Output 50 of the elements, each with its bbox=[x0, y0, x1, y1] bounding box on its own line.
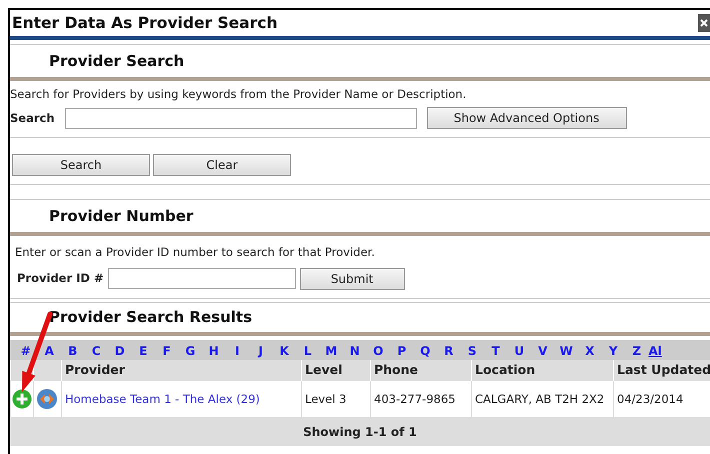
letter-link[interactable]: X bbox=[578, 342, 602, 360]
letter-link[interactable]: R bbox=[437, 342, 460, 360]
letter-link[interactable]: N bbox=[343, 342, 366, 360]
clear-button[interactable]: Clear bbox=[153, 154, 291, 176]
advanced-options-button[interactable]: Show Advanced Options bbox=[426, 107, 627, 130]
letter-link[interactable]: E bbox=[132, 342, 155, 360]
letter-link[interactable]: F bbox=[155, 342, 178, 360]
letter-link[interactable]: U bbox=[508, 342, 531, 360]
description-text: Enter or scan a Provider ID number to search for that Provider. bbox=[15, 244, 376, 262]
letter-link[interactable]: I bbox=[226, 342, 249, 360]
window-title: Enter Data As Provider Search bbox=[12, 14, 278, 32]
add-icon[interactable] bbox=[12, 389, 32, 410]
letter-link[interactable]: Q bbox=[414, 342, 437, 360]
provider-id-field[interactable] bbox=[108, 268, 296, 289]
section-heading: Provider Search bbox=[49, 52, 184, 70]
letter-link[interactable]: Y bbox=[602, 342, 625, 360]
description-text: Search for Providers by using keywords from the Provider Name or Description. bbox=[10, 86, 468, 103]
letter-link[interactable]: M bbox=[320, 342, 343, 360]
letter-link[interactable]: Al bbox=[648, 342, 672, 360]
submit-button[interactable]: Submit bbox=[300, 268, 405, 290]
section-heading: Provider Search Results bbox=[49, 308, 252, 326]
letter-link[interactable]: L bbox=[296, 342, 320, 360]
letter-link[interactable]: D bbox=[108, 342, 132, 360]
letter-link[interactable]: V bbox=[531, 342, 554, 360]
letter-link[interactable]: S bbox=[460, 342, 484, 360]
letter-link[interactable]: C bbox=[84, 342, 108, 360]
letter-link[interactable]: H bbox=[202, 342, 226, 360]
letter-link[interactable]: J bbox=[249, 342, 272, 360]
letter-link[interactable]: K bbox=[272, 342, 296, 360]
letter-link[interactable]: G bbox=[178, 342, 202, 360]
search-field[interactable] bbox=[64, 108, 417, 129]
provider-id-label: Provider ID # bbox=[17, 270, 104, 287]
letter-link[interactable]: # bbox=[14, 342, 38, 360]
letter-link[interactable]: W bbox=[554, 342, 578, 360]
section-heading: Provider Number bbox=[49, 207, 194, 226]
search-label: Search bbox=[10, 110, 55, 127]
results-count: Showing 1-1 of 1 bbox=[10, 418, 710, 446]
close-button[interactable] bbox=[698, 14, 710, 32]
letter-link[interactable]: A bbox=[38, 342, 61, 360]
letter-link[interactable]: O bbox=[366, 342, 390, 360]
column-header: Location bbox=[472, 360, 614, 381]
search-button[interactable]: Search bbox=[12, 154, 150, 176]
column-header: Phone bbox=[370, 360, 472, 381]
letter-link[interactable]: Z bbox=[625, 342, 648, 360]
column-header: Last Updated bbox=[614, 360, 710, 381]
letter-link[interactable]: B bbox=[61, 342, 84, 360]
column-header: Provider bbox=[62, 360, 302, 381]
letter-link[interactable]: T bbox=[484, 342, 508, 360]
letter-link[interactable]: P bbox=[390, 342, 414, 360]
column-header: Level bbox=[302, 360, 370, 381]
